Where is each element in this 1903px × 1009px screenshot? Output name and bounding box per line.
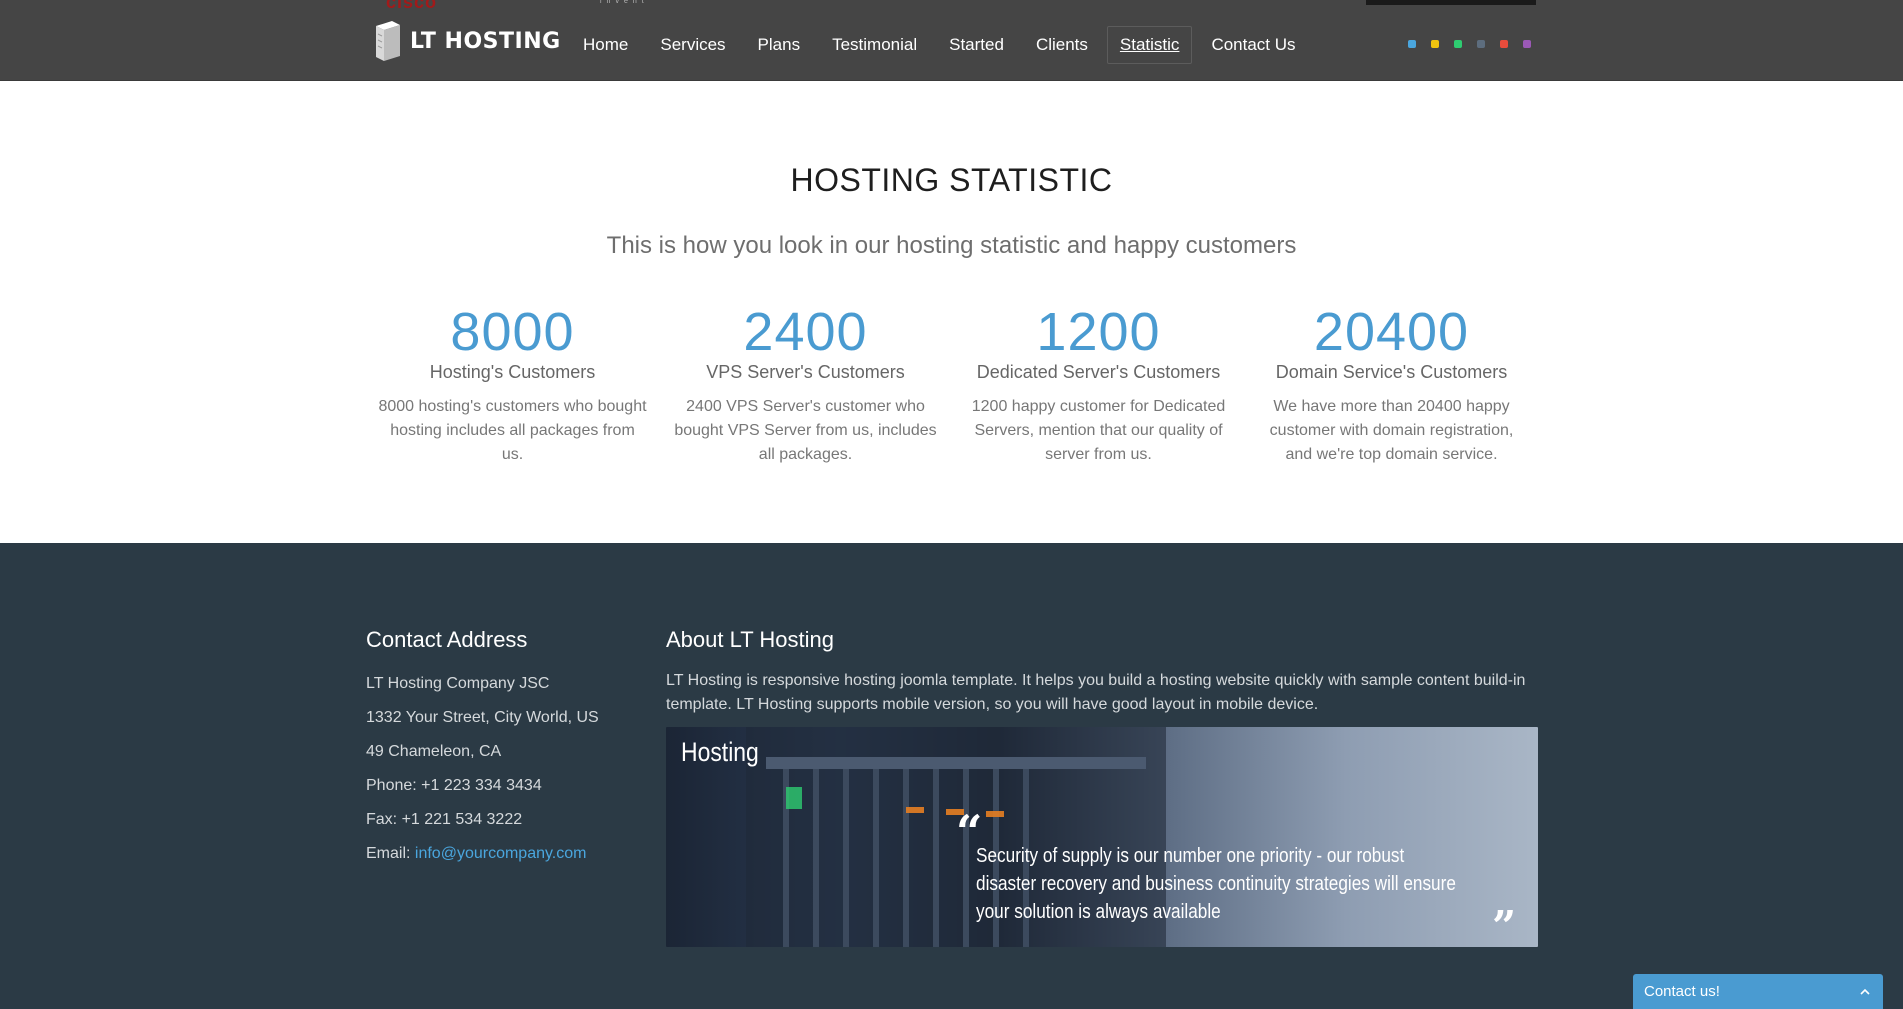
nav-started[interactable]: Started [936,26,1017,64]
section-subtitle: This is how you look in our hosting stat… [606,232,1297,259]
nav-contact-us[interactable]: Contact Us [1198,26,1308,64]
theme-swatch-blue[interactable] [1408,40,1416,48]
banner-title: Hosting [681,737,759,767]
server-icon [376,21,400,61]
site-header: cisco invent LT HOSTING Home Services Pl… [0,0,1903,81]
stat-number: 1200 [1036,302,1161,362]
banner-quote: Security of supply is our number one pri… [976,845,1456,923]
section-title: HOSTING STATISTIC [790,162,1113,198]
site-logo[interactable]: LT HOSTING [372,18,561,64]
contact-us-widget[interactable]: Contact us! [1633,974,1883,1009]
stat-description: 1200 happy customer for Dedicated Server… [971,398,1226,463]
stat-description: 8000 hosting's customers who bought host… [378,398,647,463]
chevron-up-icon[interactable] [1858,985,1872,999]
theme-swatch-red[interactable] [1500,40,1508,48]
contact-company: LT Hosting Company JSC [366,675,550,692]
partner-logo-tagline: invent [600,0,649,5]
partner-logo-cisco: cisco [386,0,437,8]
contact-street: 1332 Your Street, City World, US [366,709,599,726]
main-nav: Home Services Plans Testimonial Started … [570,26,1315,64]
stat-label: Domain Service's Customers [1275,362,1508,382]
stats-row: 8000 Hosting's Customers 8000 hosting's … [366,300,1538,467]
contact-widget-label: Contact us! [1644,983,1720,1000]
contact-phone: Phone: +1 223 334 3434 [366,777,542,794]
stat-description: We have more than 20400 happy customer w… [1269,398,1514,463]
quote-close-icon: ” [1492,902,1517,947]
stat-label: Dedicated Server's Customers [976,362,1221,382]
nav-testimonial[interactable]: Testimonial [819,26,930,64]
nav-statistic[interactable]: Statistic [1106,26,1193,64]
contact-title: Contact Address [366,627,528,652]
stat-label: Hosting's Customers [429,362,596,382]
site-footer: Contact Address LT Hosting Company JSC 1… [0,543,1903,1009]
theme-swatch-yellow[interactable] [1431,40,1439,48]
about-section: About LT Hosting LT Hosting is responsiv… [666,627,1538,947]
color-theme-switcher [1408,40,1546,48]
stat-description: 2400 VPS Server's customer who bought VP… [674,398,937,463]
stat-number: 20400 [1313,302,1470,362]
nav-plans[interactable]: Plans [745,26,814,64]
nav-services[interactable]: Services [647,26,738,64]
contact-email-link[interactable]: info@yourcompany.com [415,845,587,862]
stat-hosting: 8000 Hosting's Customers 8000 hosting's … [366,300,659,467]
partner-logos-strip: cisco invent [0,0,1903,8]
stat-label: VPS Server's Customers [706,362,905,382]
about-text: LT Hosting is responsive hosting joomla … [666,672,1526,713]
stat-number: 2400 [743,302,868,362]
contact-address: Contact Address LT Hosting Company JSC 1… [366,627,636,871]
theme-swatch-gray[interactable] [1477,40,1485,48]
contact-fax: Fax: +1 221 534 3222 [366,811,523,828]
contact-city: 49 Chameleon, CA [366,743,502,760]
stat-number: 8000 [450,302,575,362]
partner-logo-dark [1366,0,1536,5]
theme-swatch-purple[interactable] [1523,40,1531,48]
contact-email-row: Email: info@yourcompany.com [366,837,636,871]
hosting-banner-image: Hosting “ Security of supply is our numb… [666,727,1538,947]
theme-swatch-green[interactable] [1454,40,1462,48]
nav-clients[interactable]: Clients [1023,26,1101,64]
nav-home[interactable]: Home [570,26,641,64]
stat-dedicated: 1200 Dedicated Server's Customers 1200 h… [952,300,1245,467]
contact-email-label: Email: [366,845,411,862]
stat-domain: 20400 Domain Service's Customers We have… [1245,300,1538,467]
logo-text: LT HOSTING [410,28,561,54]
stat-vps: 2400 VPS Server's Customers 2400 VPS Ser… [659,300,952,467]
about-title: About LT Hosting [666,627,834,652]
